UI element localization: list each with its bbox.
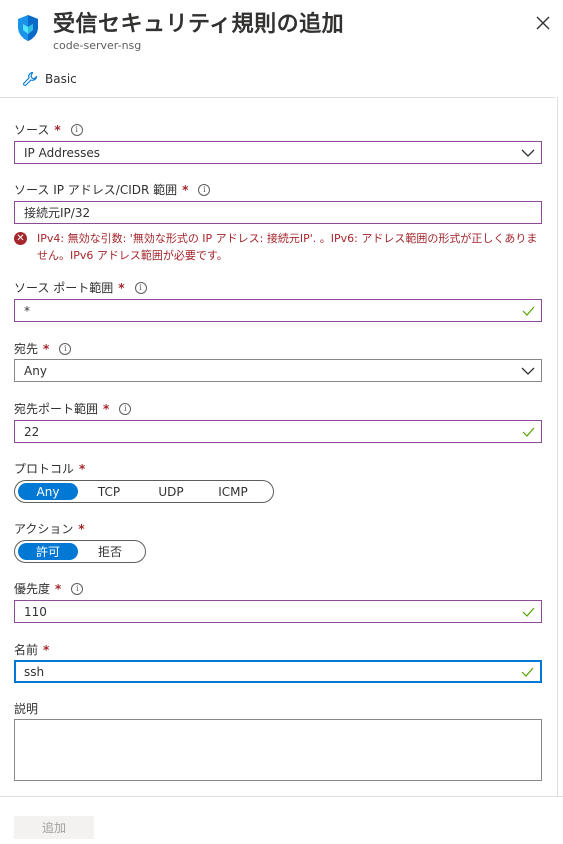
- protocol-option-any[interactable]: Any: [18, 483, 78, 500]
- action-option-deny[interactable]: 拒否: [78, 543, 142, 560]
- action-label: アクション *: [14, 520, 85, 537]
- description-textarea[interactable]: [14, 719, 542, 781]
- error-icon: ✕: [14, 232, 27, 245]
- source-ip-value: 接続元IP/32: [24, 206, 91, 220]
- destination-label: 宛先 * i: [14, 340, 72, 357]
- destination-select[interactable]: Any: [14, 359, 542, 382]
- protocol-toggle: Any TCP UDP ICMP: [14, 480, 274, 503]
- source-label-text: ソース: [14, 123, 50, 137]
- wrench-icon: [22, 71, 38, 87]
- action-label-text: アクション: [14, 522, 74, 536]
- source-value: IP Addresses: [24, 145, 101, 160]
- dest-port-input[interactable]: 22: [14, 420, 542, 443]
- source-port-label-text: ソース ポート範囲: [14, 281, 114, 295]
- required-marker: *: [182, 182, 189, 197]
- action-option-allow[interactable]: 許可: [18, 543, 78, 560]
- destination-label-text: 宛先: [14, 342, 39, 356]
- page-title: 受信セキュリティ規則の追加: [53, 12, 345, 37]
- source-ip-error: ✕ IPv4: 無効な引数: '無効な形式の IP アドレス: 接続元IP'. …: [14, 230, 544, 264]
- checkmark-icon: [521, 667, 534, 677]
- source-port-input[interactable]: *: [14, 299, 542, 322]
- source-port-label: ソース ポート範囲 * i: [14, 279, 147, 296]
- protocol-label-text: プロトコル: [14, 462, 75, 476]
- info-icon[interactable]: i: [198, 183, 211, 196]
- checkmark-icon: [522, 427, 535, 437]
- source-ip-label-text: ソース IP アドレス/CIDR 範囲: [14, 183, 178, 197]
- priority-label: 優先度 * i: [14, 580, 84, 597]
- dest-port-value: 22: [24, 424, 40, 439]
- priority-value: 110: [24, 604, 47, 619]
- required-marker: *: [78, 521, 85, 536]
- description-label: 説明: [14, 700, 38, 717]
- tab-divider: [0, 97, 555, 98]
- required-marker: *: [118, 280, 125, 295]
- shield-icon: [16, 14, 40, 42]
- name-input[interactable]: ssh: [14, 660, 542, 683]
- source-ip-label: ソース IP アドレス/CIDR 範囲 * i: [14, 181, 211, 198]
- source-label: ソース * i: [14, 121, 83, 138]
- content-edge: [557, 97, 558, 797]
- destination-value: Any: [24, 363, 47, 378]
- info-icon[interactable]: i: [134, 281, 147, 294]
- chevron-down-icon: [521, 367, 535, 375]
- checkmark-icon: [522, 607, 535, 617]
- required-marker: *: [43, 341, 50, 356]
- dest-port-label: 宛先ポート範囲 * i: [14, 400, 132, 417]
- protocol-option-tcp[interactable]: TCP: [78, 483, 140, 500]
- source-select[interactable]: IP Addresses: [14, 141, 542, 164]
- source-port-value: *: [24, 303, 30, 318]
- protocol-option-udp[interactable]: UDP: [140, 483, 202, 500]
- tab-label: Basic: [45, 72, 77, 86]
- info-icon[interactable]: i: [59, 342, 72, 355]
- required-marker: *: [103, 401, 110, 416]
- protocol-option-icmp[interactable]: ICMP: [202, 483, 264, 500]
- name-label-text: 名前: [14, 643, 39, 657]
- chevron-down-icon: [521, 149, 535, 157]
- priority-label-text: 優先度: [14, 582, 51, 596]
- add-inbound-rule-panel: 受信セキュリティ規則の追加 code-server-nsg Basic ソース …: [0, 0, 563, 844]
- required-marker: *: [43, 642, 50, 657]
- description-label-text: 説明: [14, 702, 39, 716]
- add-button[interactable]: 追加: [14, 816, 94, 839]
- required-marker: *: [54, 122, 61, 137]
- priority-input[interactable]: 110: [14, 600, 542, 623]
- tab-basic[interactable]: Basic: [22, 71, 77, 87]
- name-label: 名前 *: [14, 641, 49, 658]
- protocol-label: プロトコル *: [14, 460, 85, 477]
- error-text: IPv4: 無効な引数: '無効な形式の IP アドレス: 接続元IP'. 。I…: [37, 232, 538, 262]
- source-ip-input[interactable]: 接続元IP/32: [14, 201, 542, 224]
- required-marker: *: [55, 581, 62, 596]
- info-icon[interactable]: i: [71, 582, 84, 595]
- info-icon[interactable]: i: [119, 402, 132, 415]
- name-value: ssh: [24, 664, 45, 679]
- footer-divider: [0, 796, 563, 797]
- dest-port-label-text: 宛先ポート範囲: [14, 402, 99, 416]
- close-icon[interactable]: [532, 12, 554, 34]
- required-marker: *: [79, 461, 86, 476]
- page-subtitle: code-server-nsg: [53, 39, 142, 52]
- info-icon[interactable]: i: [70, 123, 83, 136]
- checkmark-icon: [522, 306, 535, 316]
- action-toggle: 許可 拒否: [14, 540, 146, 563]
